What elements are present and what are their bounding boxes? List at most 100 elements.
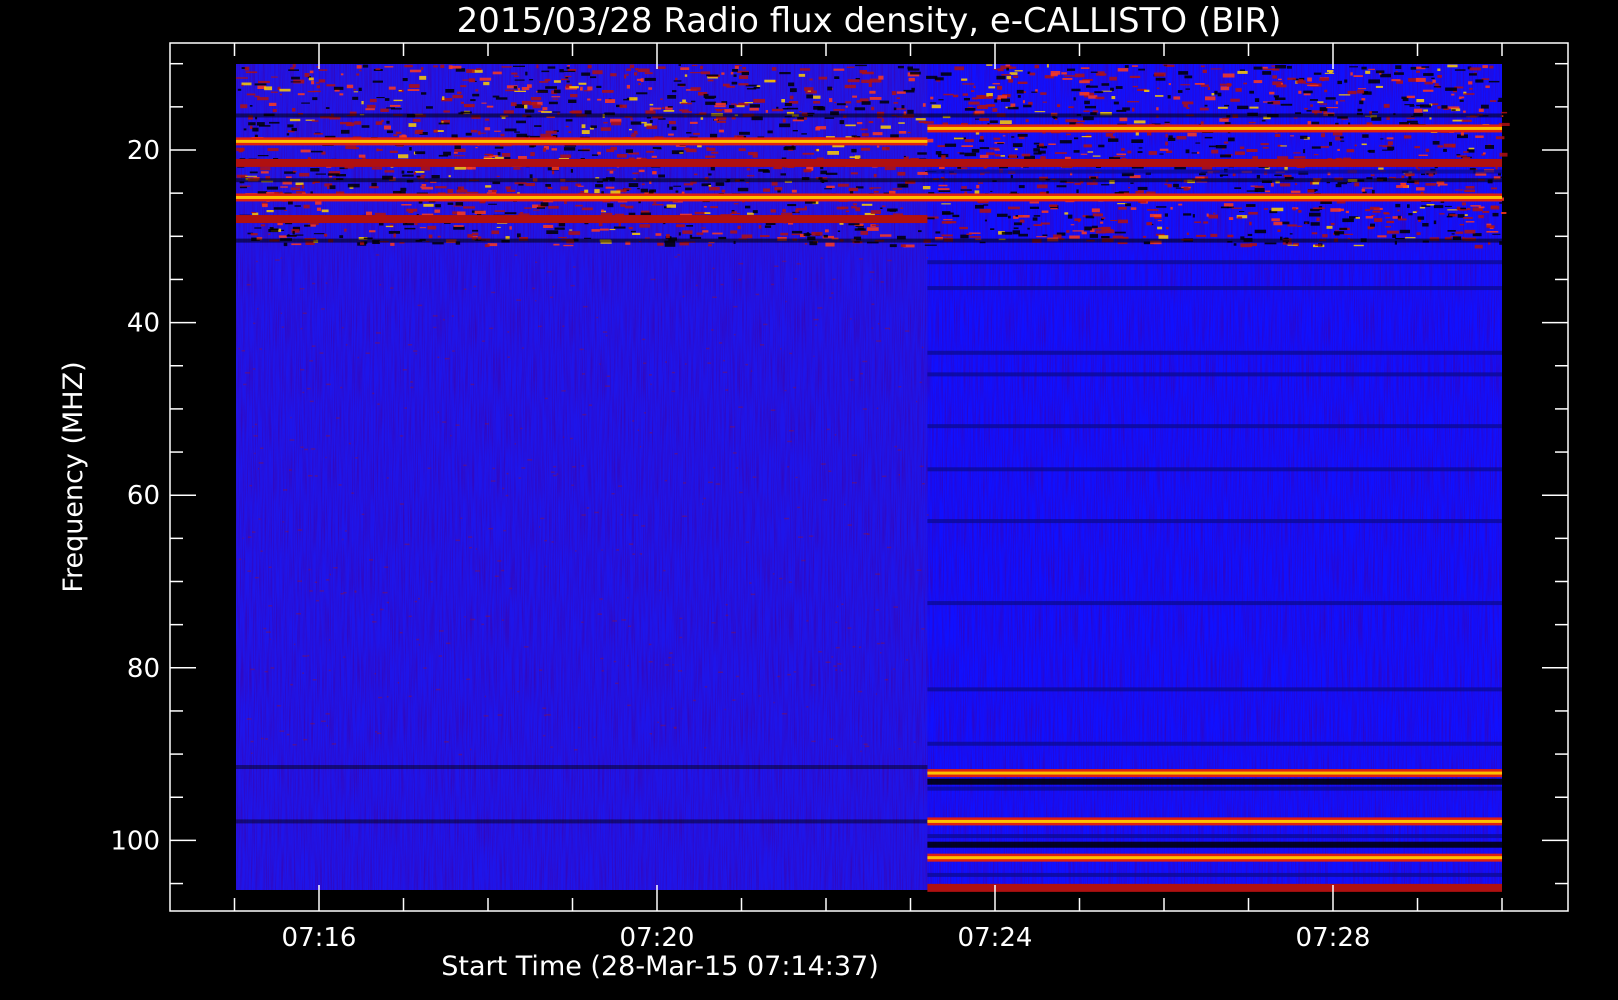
rfi-speckle <box>454 148 466 152</box>
y-tick-label: 80 <box>127 654 160 684</box>
rfi-speckle <box>518 183 524 186</box>
rfi-speckle <box>492 71 502 75</box>
rfi-speckle <box>675 190 679 193</box>
rfi-speckle <box>1404 104 1414 106</box>
rfi-speckle <box>1463 110 1466 113</box>
rfi-speckle <box>1050 208 1058 210</box>
background-speckle <box>372 392 375 395</box>
rfi-speckle <box>413 172 416 175</box>
background-speckle <box>884 678 888 681</box>
background-speckle <box>309 400 314 403</box>
background-speckle <box>276 705 281 707</box>
emission-band-core <box>927 771 1502 775</box>
rfi-speckle <box>1064 212 1069 215</box>
background-speckle <box>606 375 611 377</box>
rfi-speckle <box>415 151 426 155</box>
rfi-speckle <box>868 121 874 124</box>
rfi-speckle <box>771 181 778 186</box>
rfi-speckle <box>257 155 269 157</box>
rfi-speckle <box>605 186 615 189</box>
rfi-speckle <box>434 209 441 213</box>
rfi-speckle <box>290 81 301 83</box>
background-speckle <box>582 413 587 416</box>
background-speckle <box>544 539 547 542</box>
rfi-speckle <box>1109 76 1117 81</box>
rfi-speckle <box>1483 152 1486 155</box>
background-speckle <box>777 675 781 678</box>
rfi-speckle <box>1310 222 1320 226</box>
rfi-speckle <box>416 175 421 178</box>
rfi-speckle <box>1033 142 1040 145</box>
rfi-speckle <box>1434 83 1439 87</box>
background-speckle <box>300 327 303 330</box>
background-speckle <box>648 661 653 663</box>
rfi-speckle <box>241 84 244 87</box>
rfi-speckle <box>678 232 681 236</box>
rfi-speckle <box>693 132 700 135</box>
rfi-speckle <box>614 213 625 215</box>
rfi-speckle <box>995 154 1001 157</box>
background-speckle <box>408 695 412 698</box>
background-speckle <box>778 577 783 580</box>
rfi-speckle <box>514 131 520 133</box>
rfi-speckle <box>941 155 946 159</box>
rfi-speckle <box>945 221 957 224</box>
rfi-speckle <box>1418 154 1428 156</box>
background-speckle <box>570 437 573 440</box>
rfi-speckle <box>318 79 326 83</box>
background-speckle <box>314 475 318 477</box>
dark-band <box>236 178 1502 183</box>
background-speckle <box>538 325 542 328</box>
rfi-speckle <box>752 153 758 158</box>
rfi-speckle <box>1129 75 1141 78</box>
rfi-speckle <box>1447 230 1456 232</box>
rfi-speckle <box>505 186 511 190</box>
rfi-speckle <box>854 107 866 111</box>
rfi-speckle <box>575 204 583 207</box>
background-speckle <box>784 517 790 520</box>
rfi-speckle <box>994 149 1000 151</box>
rfi-speckle <box>1304 107 1308 110</box>
emission-band-core <box>236 139 928 143</box>
rfi-speckle <box>961 122 968 125</box>
rfi-speckle <box>1470 205 1481 207</box>
rfi-speckle <box>1276 84 1287 88</box>
rfi-speckle <box>1346 149 1355 153</box>
rfi-speckle <box>624 74 627 79</box>
rfi-speckle <box>962 93 968 96</box>
background-speckle <box>806 620 809 622</box>
rfi-speckle <box>1128 186 1131 189</box>
background-speckle <box>302 672 304 674</box>
rfi-speckle <box>1437 145 1443 148</box>
background-speckle <box>460 517 463 519</box>
background-speckle <box>876 609 880 611</box>
background-speckle <box>377 403 380 405</box>
rfi-speckle <box>1401 175 1405 179</box>
rfi-speckle <box>1287 244 1298 246</box>
rfi-speckle <box>631 133 638 135</box>
rfi-speckle <box>1177 90 1183 93</box>
rfi-speckle <box>1353 75 1363 77</box>
rfi-speckle <box>506 189 516 192</box>
rfi-speckle <box>472 229 479 232</box>
rfi-speckle <box>752 210 758 214</box>
rfi-speckle <box>803 233 811 237</box>
rfi-speckle <box>880 234 892 237</box>
rfi-speckle <box>327 186 330 190</box>
rfi-speckle <box>804 87 814 91</box>
rfi-speckle <box>960 189 972 191</box>
rfi-speckle <box>1451 109 1456 111</box>
background-speckle <box>243 383 247 386</box>
rfi-speckle <box>291 243 302 246</box>
background-speckle <box>806 706 809 708</box>
rfi-speckle <box>1441 105 1448 109</box>
background-speckle <box>795 476 798 479</box>
rfi-speckle <box>619 104 627 108</box>
rfi-speckle <box>1200 65 1205 68</box>
rfi-speckle <box>1357 89 1365 94</box>
rfi-speckle <box>1293 152 1301 154</box>
rfi-speckle <box>625 149 633 153</box>
background-speckle <box>241 350 245 352</box>
rfi-speckle <box>657 242 664 246</box>
rfi-speckle <box>1458 97 1462 99</box>
